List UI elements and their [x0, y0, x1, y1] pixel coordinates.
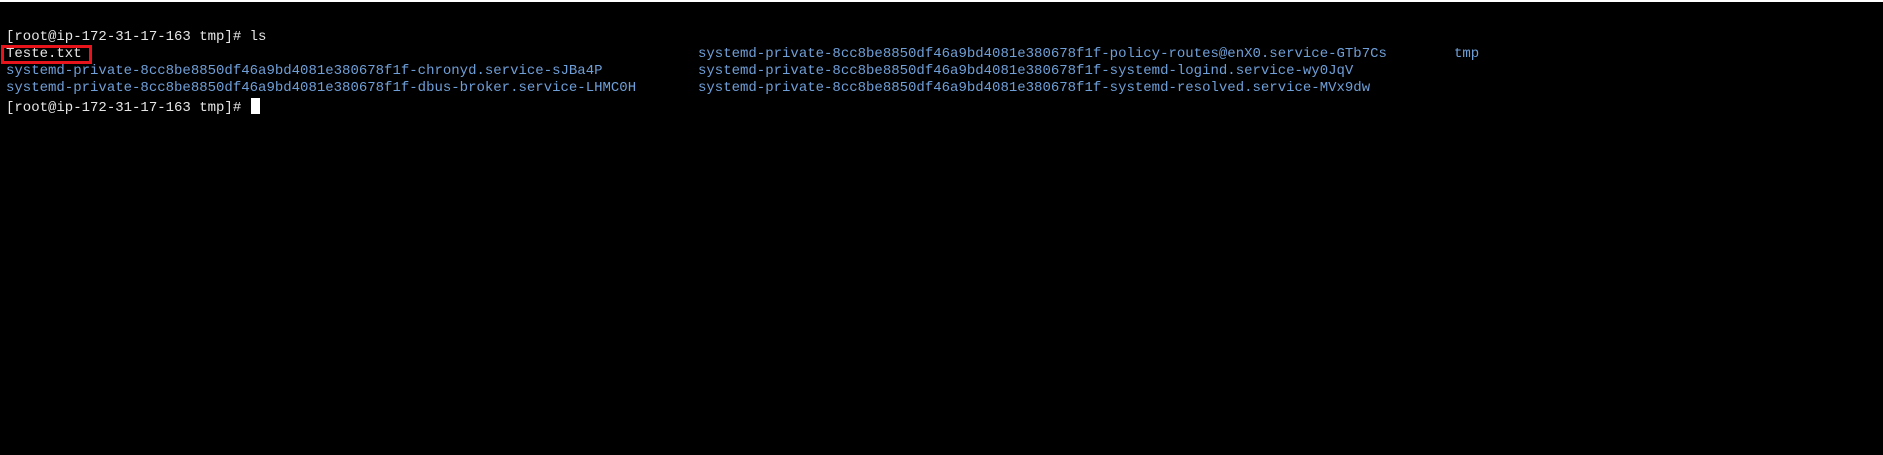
- dir-systemd-logind: systemd-private-8cc8be8850df46a9bd4081e3…: [698, 63, 1354, 79]
- text-cursor: [250, 98, 260, 114]
- dir-systemd-resolved: systemd-private-8cc8be8850df46a9bd4081e3…: [698, 80, 1371, 96]
- prompt-text: [root@ip-172-31-17-163 tmp]#: [6, 100, 250, 116]
- dir-chronyd: systemd-private-8cc8be8850df46a9bd4081e3…: [6, 63, 603, 79]
- dir-policy-routes: systemd-private-8cc8be8850df46a9bd4081e3…: [698, 46, 1387, 62]
- annotation-highlight-box: [1, 45, 92, 64]
- dir-dbus-broker: systemd-private-8cc8be8850df46a9bd4081e3…: [6, 80, 637, 96]
- command-line-prompt[interactable]: [root@ip-172-31-17-163 tmp]#: [6, 98, 260, 116]
- command-line-ls: [root@ip-172-31-17-163 tmp]# ls: [6, 29, 267, 45]
- dir-tmp: tmp: [1454, 46, 1480, 62]
- terminal-window[interactable]: [root@ip-172-31-17-163 tmp]# ls Teste.tx…: [0, 2, 1883, 455]
